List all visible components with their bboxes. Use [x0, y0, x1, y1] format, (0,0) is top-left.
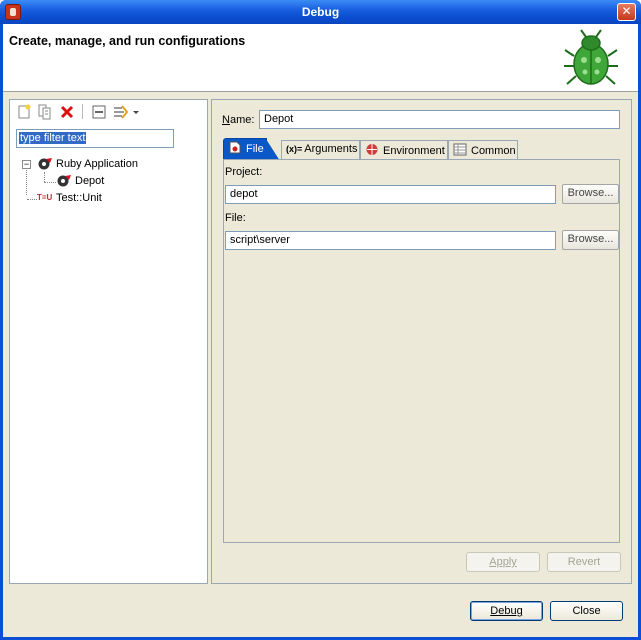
- project-input[interactable]: depot: [225, 185, 556, 204]
- new-launch-config-icon[interactable]: [16, 104, 32, 120]
- environment-tab-icon: [366, 144, 378, 155]
- close-button[interactable]: Close: [550, 601, 623, 621]
- debug-dialog-window: Debug ✕ Create, manage, and run configur…: [0, 0, 641, 640]
- name-label-mnemonic: N: [222, 114, 230, 126]
- tree-item-ruby-application[interactable]: Ruby Application: [37, 157, 138, 171]
- apply-label: Apply: [489, 556, 517, 568]
- tab-environment[interactable]: Environment: [360, 140, 448, 159]
- config-toolbar: [10, 100, 207, 122]
- tree-item-depot[interactable]: Depot: [56, 174, 104, 188]
- filter-input[interactable]: type filter text: [16, 129, 174, 148]
- config-editor-panel: Name: Depot File (x)= Arguments Environme…: [211, 99, 632, 584]
- tree-connector: [27, 199, 37, 200]
- arguments-tab-icon: (x)=: [286, 144, 303, 154]
- tree-item-label: Depot: [75, 174, 105, 187]
- banner-title: Create, manage, and run configurations: [9, 34, 246, 48]
- title-bar[interactable]: Debug ✕: [0, 0, 641, 24]
- project-browse-button[interactable]: Browse...: [562, 184, 619, 204]
- toolbar-separator: [82, 104, 83, 119]
- config-name-input[interactable]: Depot: [259, 110, 620, 129]
- window-title: Debug: [301, 5, 340, 19]
- name-label-text: ame:: [229, 114, 255, 126]
- name-label: Name:: [222, 114, 254, 126]
- tab-label: Arguments: [304, 143, 358, 155]
- dialog-client-area: Create, manage, and run configurations t…: [3, 24, 638, 637]
- tab-arguments[interactable]: (x)= Arguments: [281, 140, 360, 159]
- project-label: Project:: [225, 166, 263, 178]
- revert-button[interactable]: Revert: [547, 552, 621, 572]
- file-tab-content: Project: depot Browse... File: script\se…: [223, 159, 620, 543]
- collapse-all-icon[interactable]: [91, 104, 107, 120]
- tree-item-label: Test::Unit: [56, 191, 102, 204]
- file-tab-icon: [229, 141, 241, 154]
- tab-label: Environment: [383, 145, 445, 157]
- launch-config-panel: type filter text − Ruby Application Depo…: [9, 99, 208, 584]
- file-browse-button[interactable]: Browse...: [562, 230, 619, 250]
- revert-label: Revert: [567, 556, 601, 568]
- tab-file[interactable]: File: [223, 138, 280, 161]
- bug-icon: [564, 29, 618, 85]
- common-tab-icon: [453, 143, 467, 156]
- testunit-icon: T=U: [37, 193, 53, 202]
- duplicate-config-icon[interactable]: [37, 104, 53, 120]
- ruby-app-icon: [38, 158, 52, 170]
- apply-button[interactable]: Apply: [466, 552, 540, 572]
- tree-connector: [44, 172, 45, 182]
- tree-item-label: Ruby Application: [56, 157, 138, 170]
- tab-label: Common: [471, 145, 516, 157]
- tree-connector: [26, 170, 27, 195]
- dialog-banner: Create, manage, and run configurations: [3, 24, 638, 92]
- filter-text: type filter text: [19, 132, 87, 144]
- delete-config-icon[interactable]: [59, 104, 75, 120]
- ruby-config-icon: [57, 175, 71, 187]
- window-close-button[interactable]: ✕: [617, 3, 636, 21]
- view-menu-dropdown-icon[interactable]: [131, 104, 141, 120]
- close-label: Close: [572, 605, 601, 617]
- filter-configs-icon[interactable]: [113, 104, 129, 120]
- config-tabs: File (x)= Arguments Environment Common: [223, 138, 620, 161]
- file-input[interactable]: script\server: [225, 231, 556, 250]
- debug-button[interactable]: Debug: [470, 601, 543, 621]
- debug-label: Debug: [490, 605, 523, 617]
- tab-label: File: [246, 143, 264, 155]
- tree-collapse-toggle[interactable]: −: [22, 160, 31, 169]
- tree-item-testunit[interactable]: T=U Test::Unit: [37, 191, 102, 205]
- tree-connector: [44, 182, 56, 183]
- tab-common[interactable]: Common: [448, 140, 518, 159]
- file-label: File:: [225, 212, 246, 224]
